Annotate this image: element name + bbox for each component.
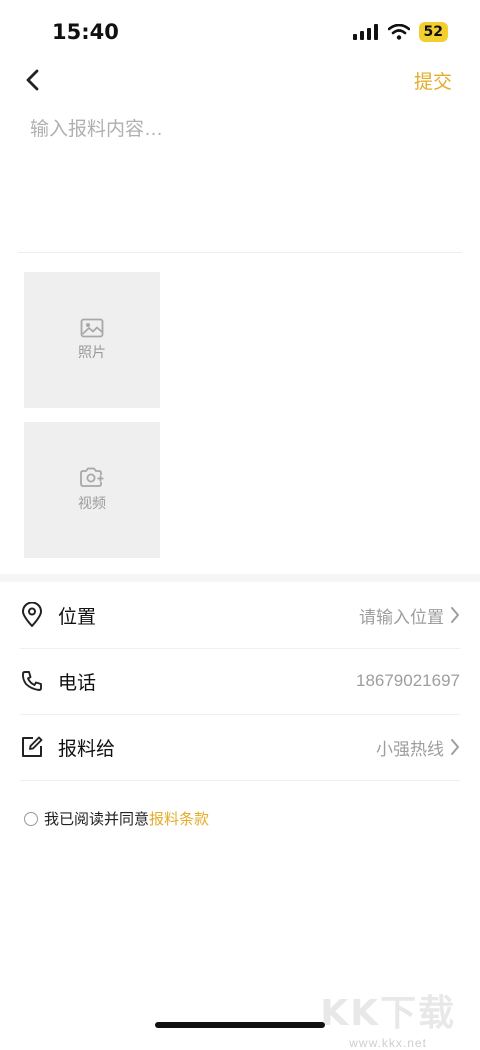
location-pin-icon [20, 602, 50, 628]
phone-row[interactable]: 电话 18679021697 [20, 648, 460, 715]
status-time: 15:40 [52, 20, 119, 44]
chevron-right-icon [451, 607, 459, 623]
battery-indicator: 52 [418, 22, 448, 42]
image-icon [80, 318, 104, 338]
home-indicator [155, 1022, 325, 1028]
photo-label: 照片 [78, 344, 106, 360]
section-divider [0, 574, 480, 582]
watermark-logo: KK下载 [320, 993, 456, 1034]
location-value-text: 请输入位置 [359, 607, 444, 627]
submit-button[interactable]: 提交 [414, 67, 452, 94]
report-to-row[interactable]: 报料给 小强热线 [20, 714, 460, 781]
watermark-url: www.kkx.net [349, 1036, 427, 1050]
report-to-label: 报料给 [58, 738, 116, 760]
phone-label: 电话 [58, 672, 97, 694]
chevron-right-icon [451, 739, 459, 755]
phone-value: 18679021697 [355, 671, 460, 690]
signal-icon [352, 24, 378, 40]
chevron-left-icon [26, 69, 39, 91]
agreement: 我已阅读并同意 报料条款 [24, 808, 209, 829]
video-label: 视频 [78, 495, 106, 511]
agreement-radio[interactable] [24, 811, 38, 826]
status-bar: 15:40 52 [0, 0, 480, 60]
content-input-area [18, 106, 462, 253]
phone-icon [20, 669, 50, 693]
agreement-terms-link[interactable]: 报料条款 [149, 808, 209, 829]
agreement-text: 我已阅读并同意 [44, 811, 150, 828]
back-button[interactable] [20, 64, 46, 96]
status-icons: 52 [352, 22, 448, 42]
location-label: 位置 [58, 606, 97, 628]
location-value: 请输入位置 [359, 603, 460, 628]
report-to-value-text: 小强热线 [376, 739, 444, 759]
nav-bar: 提交 [0, 60, 480, 100]
wifi-icon [387, 24, 410, 40]
camera-plus-icon [80, 467, 104, 487]
watermark: KK下载 www.kkx.net [320, 984, 456, 1050]
add-video-button[interactable]: 视频 [24, 422, 160, 558]
add-photo-button[interactable]: 照片 [24, 272, 160, 408]
location-row[interactable]: 位置 请输入位置 [20, 582, 460, 649]
content-input[interactable] [18, 106, 462, 252]
report-to-value: 小强热线 [376, 735, 460, 760]
edit-icon [20, 735, 50, 759]
